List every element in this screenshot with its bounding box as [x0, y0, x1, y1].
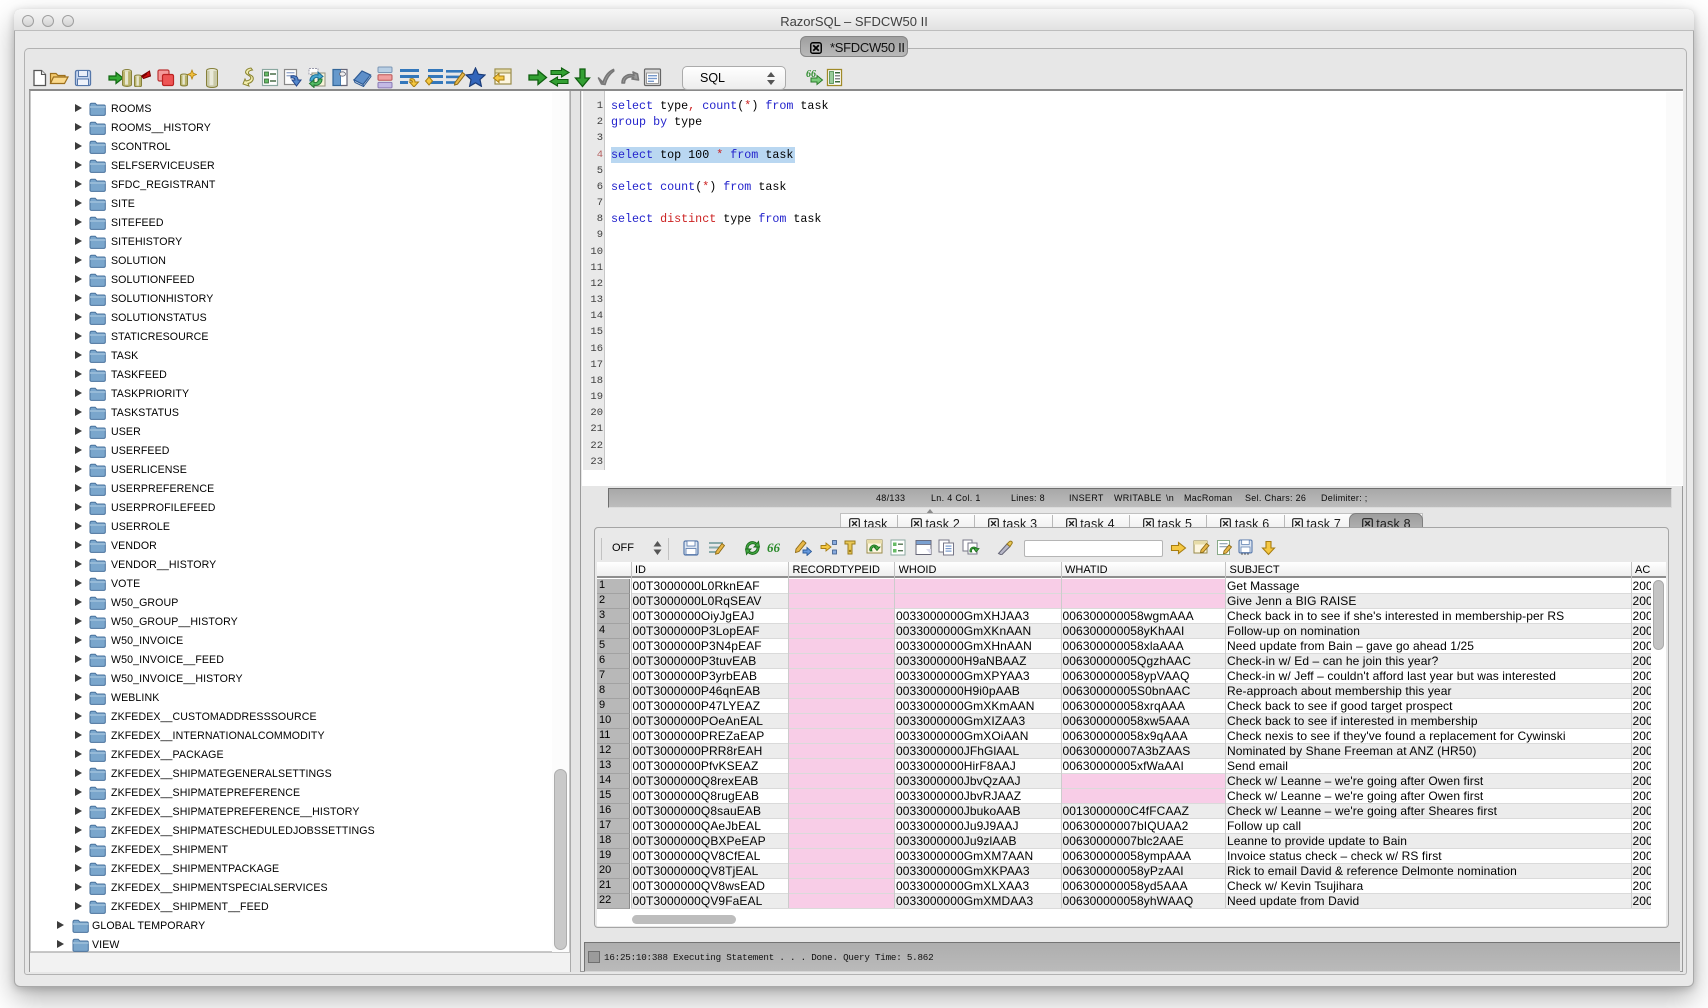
svg-text:66: 66	[767, 541, 781, 554]
